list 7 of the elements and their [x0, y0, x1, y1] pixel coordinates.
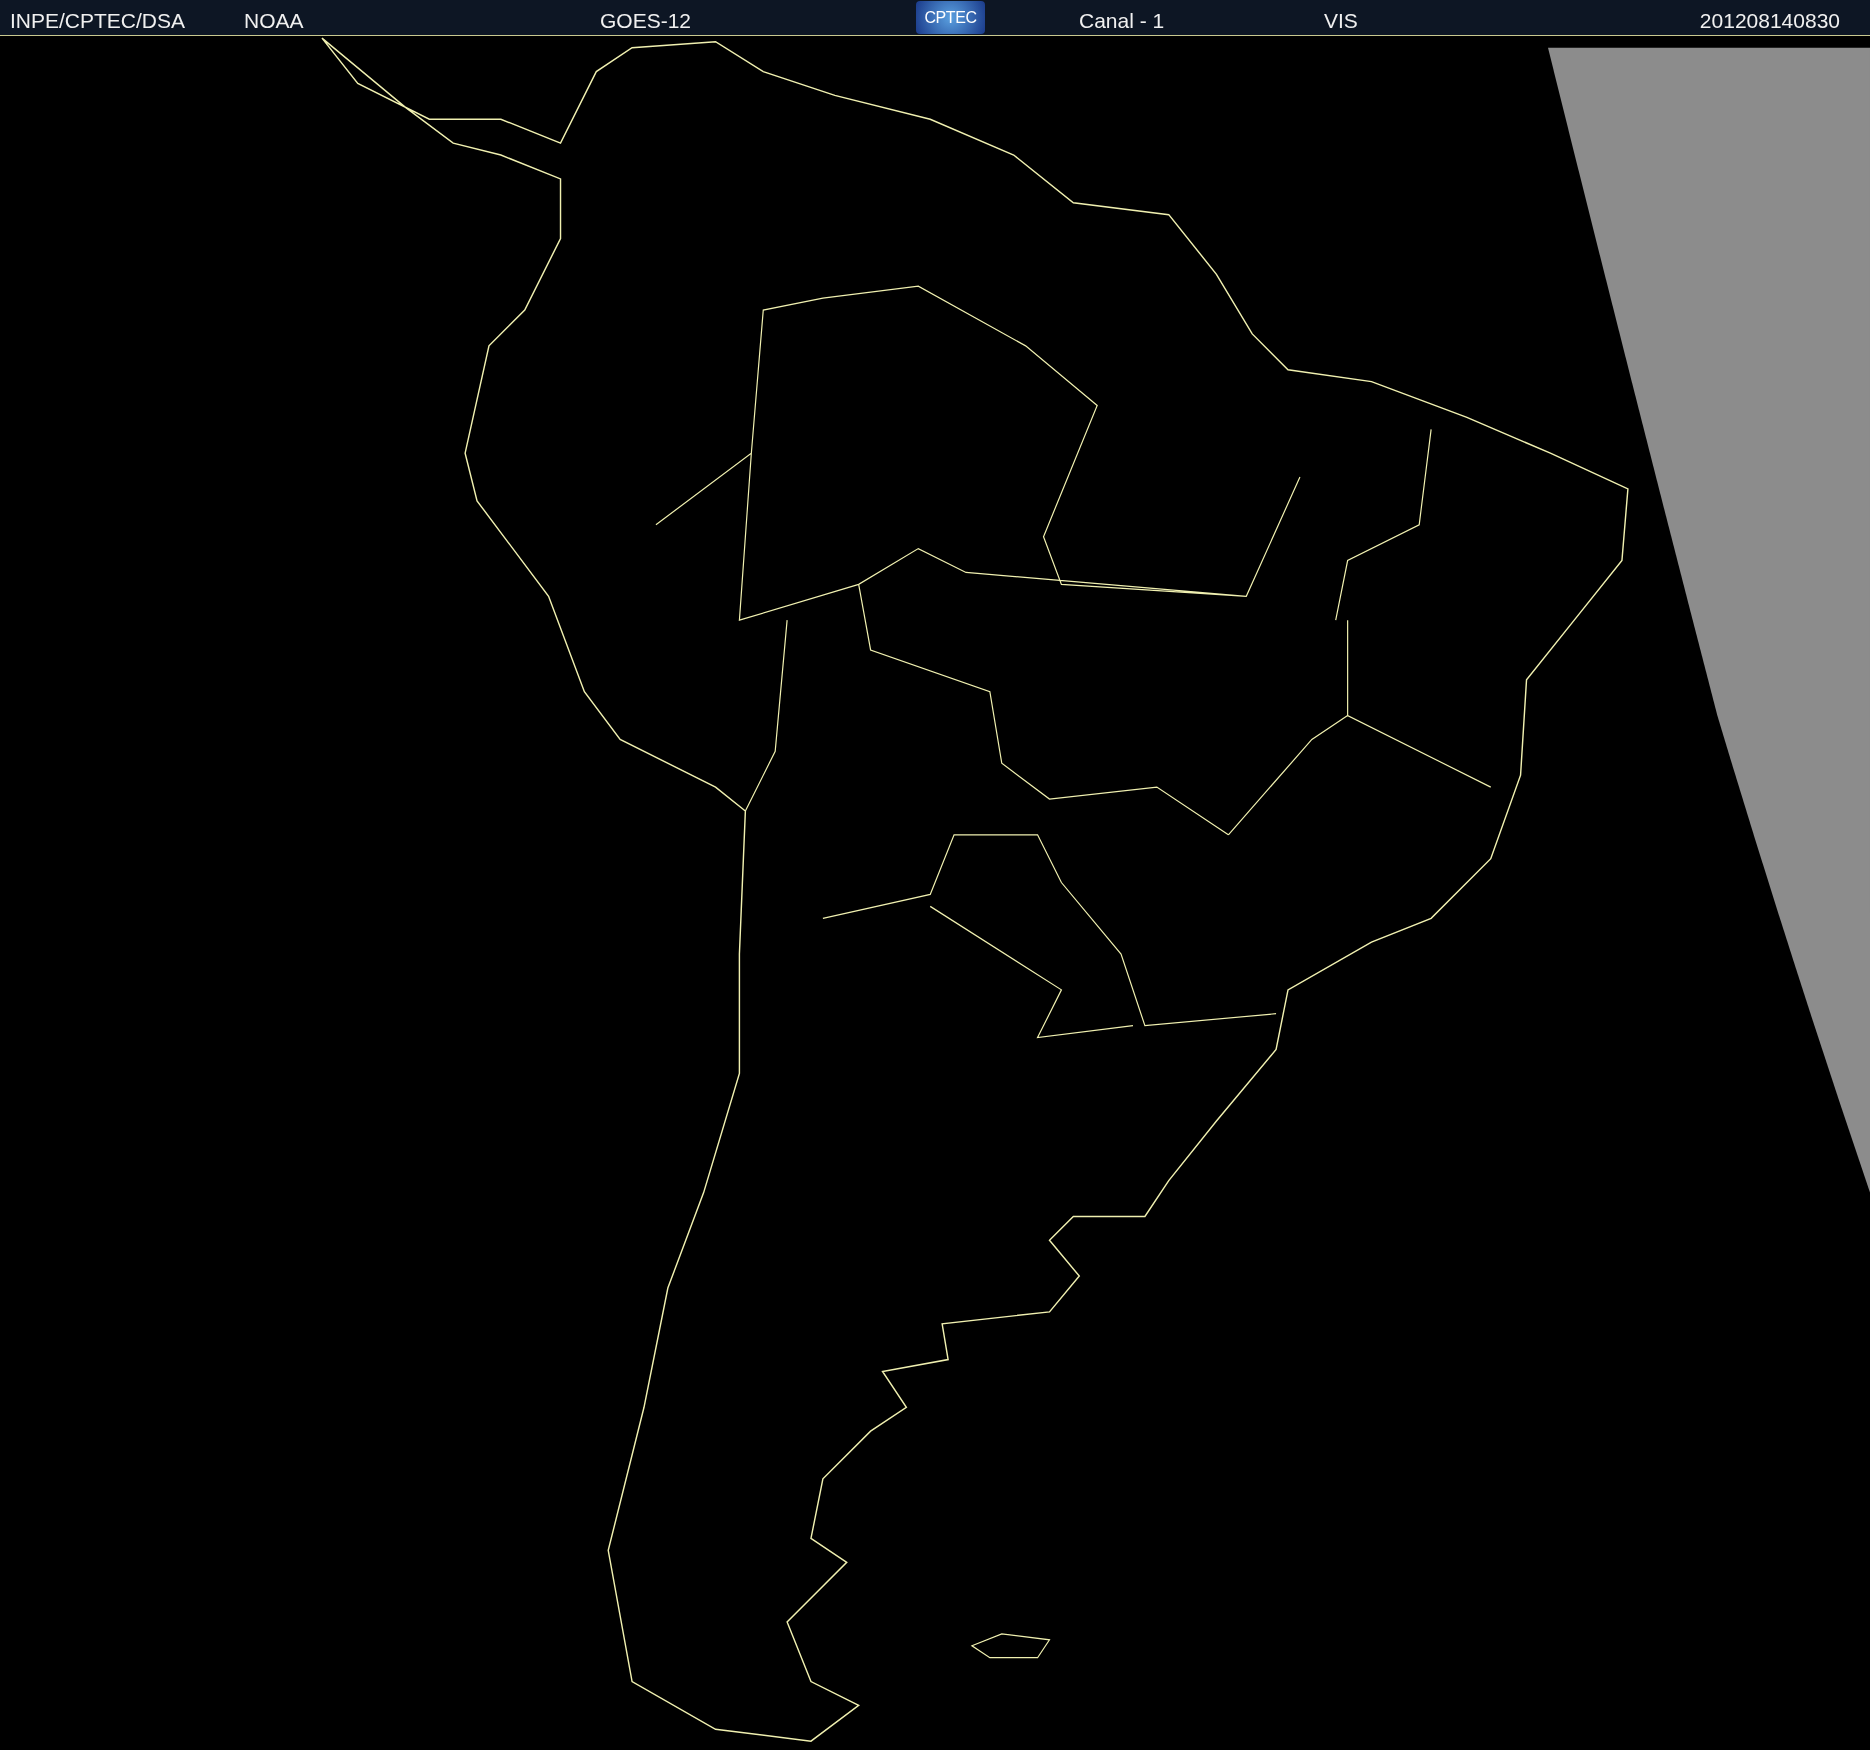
satellite-label: GOES-12	[600, 8, 692, 34]
agency-label: NOAA	[244, 8, 304, 34]
channel-label: Canal - 1	[1079, 8, 1165, 34]
timestamp: 201208140830	[1699, 8, 1840, 34]
logo: CPTEC	[916, 1, 985, 34]
agency-label: INPE/CPTEC/DSA	[10, 8, 186, 34]
band-label: VIS	[1324, 8, 1358, 34]
